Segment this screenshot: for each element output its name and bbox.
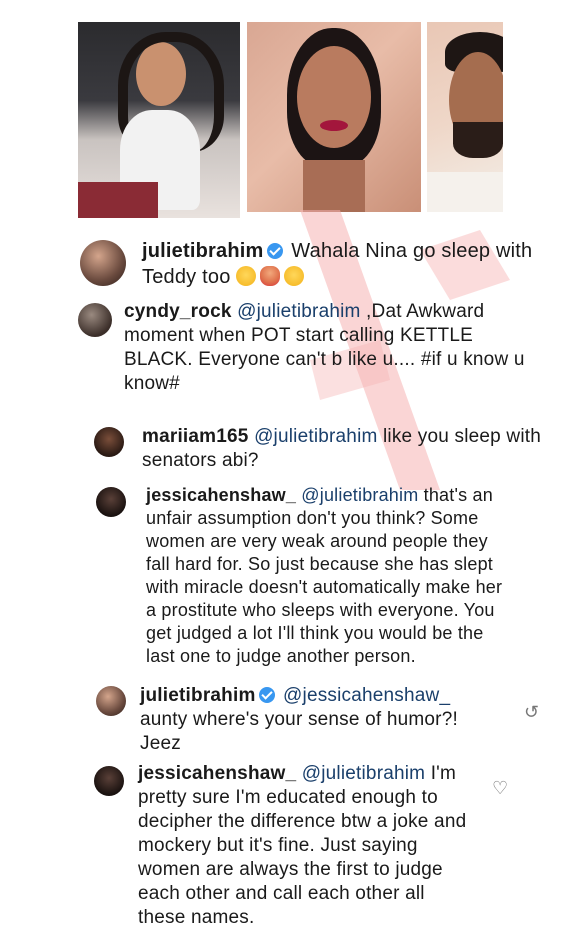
comment-username[interactable]: cyndy_rock: [124, 301, 232, 322]
comment-text: I'm pretty sure I'm educated enough to d…: [138, 763, 467, 928]
woman-gesturing-no-emoji-icon: [260, 266, 281, 286]
photo-woman-portrait: [247, 22, 421, 212]
comment-username[interactable]: julietibrahim: [140, 685, 256, 706]
verified-badge-icon: [266, 243, 283, 259]
comment-username[interactable]: jessicahenshaw_: [146, 485, 296, 505]
comment-mention[interactable]: @jessicahenshaw_: [283, 685, 450, 706]
avatar[interactable]: [96, 487, 126, 517]
photo-man-portrait: [427, 22, 503, 212]
reply-arrow-icon[interactable]: ↺: [524, 702, 539, 723]
avatar[interactable]: [80, 240, 126, 286]
verified-badge-icon: [258, 687, 275, 703]
avatar[interactable]: [78, 303, 112, 337]
avatar[interactable]: [94, 766, 124, 796]
comment-mention[interactable]: @julietibrahim: [302, 763, 425, 784]
comment-text: that's an unfair assumption don't you th…: [146, 485, 503, 666]
comment-text: aunty where's your sense of humor?! Jeez: [140, 709, 458, 754]
rolling-eyes-emoji-icon: [236, 266, 257, 286]
avatar[interactable]: [94, 427, 124, 457]
comment-username[interactable]: julietibrahim: [142, 240, 264, 262]
photo-woman-glasses: [78, 22, 240, 218]
tears-of-joy-emoji-icon: [284, 266, 305, 286]
comment-username[interactable]: mariiam165: [142, 426, 249, 447]
comment-mention[interactable]: @julietibrahim: [237, 301, 360, 322]
comment-username[interactable]: jessicahenshaw_: [138, 763, 296, 784]
comment-mention[interactable]: @julietibrahim: [254, 426, 377, 447]
comment-mention[interactable]: @julietibrahim: [301, 485, 418, 505]
heart-icon[interactable]: ♡: [492, 778, 508, 799]
avatar[interactable]: [96, 686, 126, 716]
